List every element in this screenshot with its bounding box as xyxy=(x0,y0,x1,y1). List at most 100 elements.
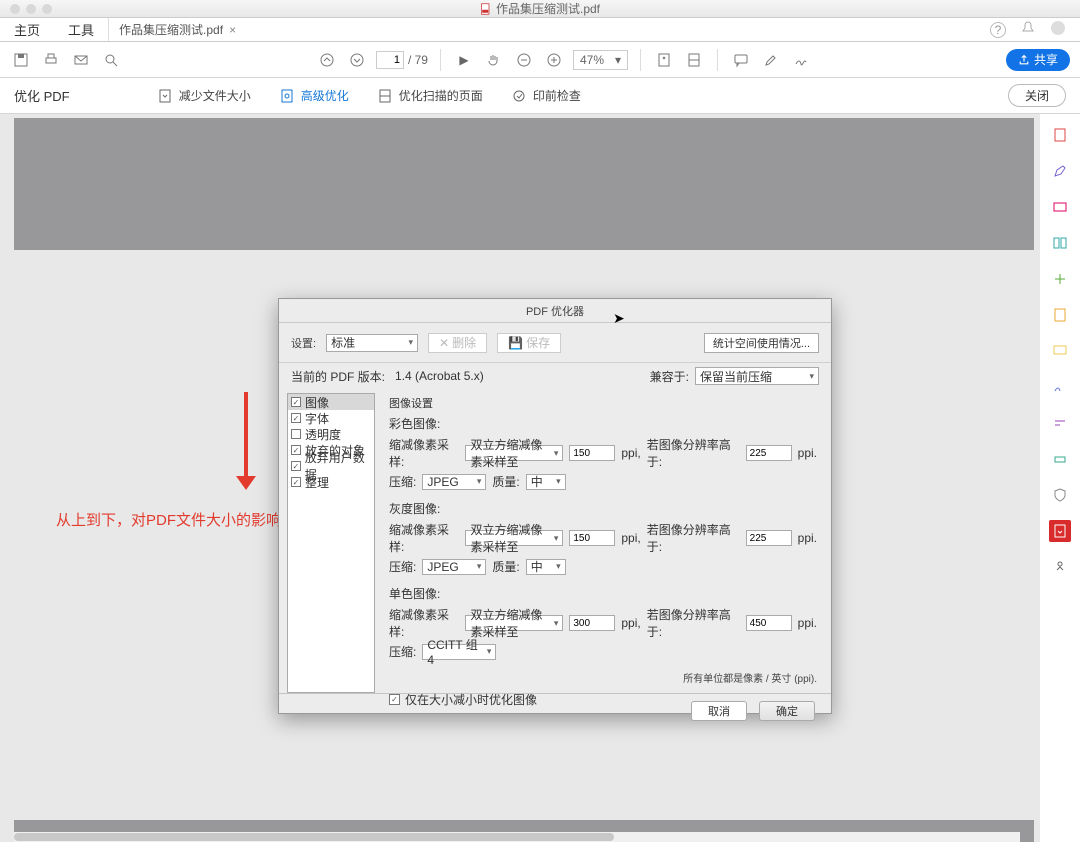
main-toolbar: / 79 ▶ 47%▾ 共享 xyxy=(0,42,1080,78)
ppi-unit5: ppi, xyxy=(621,616,640,630)
mail-icon[interactable] xyxy=(70,49,92,71)
rail-edit-pdf-icon[interactable] xyxy=(1049,160,1071,182)
rail-fill-sign-icon[interactable] xyxy=(1049,376,1071,398)
sidebar-item-fonts[interactable]: ✓字体 xyxy=(288,410,374,426)
color-compress-label: 压缩: xyxy=(389,473,416,490)
sidebar-item-transparency[interactable]: 透明度 xyxy=(288,426,374,442)
fit-width-icon[interactable] xyxy=(683,49,705,71)
delete-preset-button: ✕删除 xyxy=(428,333,487,353)
gray-compress-select[interactable]: JPEG▾ xyxy=(422,559,486,575)
avatar-icon[interactable] xyxy=(1050,20,1066,39)
only-reduce-checkbox[interactable]: ✓仅在大小减小时优化图像 xyxy=(389,691,817,708)
sign-icon[interactable] xyxy=(790,49,812,71)
units-note: 所有单位都是像素 / 英寸 (ppi). xyxy=(389,670,817,685)
compat-select[interactable]: 保留当前压缩▾ xyxy=(695,367,819,385)
close-tab-icon[interactable]: × xyxy=(229,23,236,37)
right-rail xyxy=(1040,114,1080,842)
settings-label: 设置: xyxy=(291,335,316,351)
sub-item-advanced[interactable]: 高级优化 xyxy=(279,87,349,104)
bell-icon[interactable] xyxy=(1020,20,1036,39)
sidebar-item-images[interactable]: ✓图像 xyxy=(288,394,374,410)
sub-item-scan[interactable]: 优化扫描的页面 xyxy=(377,87,483,104)
mono-compress-label: 压缩: xyxy=(389,643,416,660)
ppi-unit3: ppi, xyxy=(621,531,640,545)
print-icon[interactable] xyxy=(40,49,62,71)
zoom-out-icon[interactable] xyxy=(513,49,535,71)
fit-page-icon[interactable] xyxy=(653,49,675,71)
color-downsample-label: 缩减像素采样: xyxy=(389,436,459,470)
rail-comment-icon[interactable] xyxy=(1049,340,1071,362)
rail-export-icon[interactable] xyxy=(1049,196,1071,218)
compat-label: 兼容于: xyxy=(650,368,689,385)
zoom-in-icon[interactable] xyxy=(543,49,565,71)
annotation-arrowhead xyxy=(236,476,256,490)
gray-quality-label: 质量: xyxy=(492,558,519,575)
rail-redact-icon[interactable] xyxy=(1049,412,1071,434)
gray-compress-label: 压缩: xyxy=(389,558,416,575)
color-downsample-select[interactable]: 双立方缩减像素采样至▾ xyxy=(465,445,563,461)
gray-quality-select[interactable]: 中▾ xyxy=(526,559,566,575)
menu-home[interactable]: 主页 xyxy=(0,18,54,41)
sub-item-preflight[interactable]: 印前检查 xyxy=(511,87,581,104)
document-page-1 xyxy=(14,118,1034,250)
save-icon[interactable] xyxy=(10,49,32,71)
sidebar-item-discard-user[interactable]: ✓放弃用户数据 xyxy=(288,458,374,474)
mono-downsample-select[interactable]: 双立方缩减像素采样至▾ xyxy=(465,615,563,631)
mono-downsample-label: 缩减像素采样: xyxy=(389,606,459,640)
gray-above-label: 若图像分辨率高于: xyxy=(647,521,740,555)
help-icon[interactable]: ? xyxy=(990,22,1006,38)
page-up-icon[interactable] xyxy=(316,49,338,71)
pdf-version-label: 当前的 PDF 版本: xyxy=(291,368,385,385)
pdf-version-value: 1.4 (Acrobat 5.x) xyxy=(395,369,484,383)
rail-combine-icon[interactable] xyxy=(1049,268,1071,290)
color-above-label: 若图像分辨率高于: xyxy=(647,436,740,470)
gray-downsample-select[interactable]: 双立方缩减像素采样至▾ xyxy=(465,530,563,546)
share-button[interactable]: 共享 xyxy=(1006,49,1070,71)
rail-compress-icon[interactable] xyxy=(1049,304,1071,326)
annotation-arrow xyxy=(244,392,248,478)
menubar: 主页 工具 作品集压缩测试.pdf × ? xyxy=(0,18,1080,42)
mono-ppi-input[interactable] xyxy=(569,615,615,631)
highlight-icon[interactable] xyxy=(760,49,782,71)
menu-tools[interactable]: 工具 xyxy=(54,18,108,41)
page-down-icon[interactable] xyxy=(346,49,368,71)
rail-protect-icon[interactable] xyxy=(1049,484,1071,506)
ok-button[interactable]: 确定 xyxy=(759,701,815,721)
mono-above-input[interactable] xyxy=(746,615,792,631)
color-above-input[interactable] xyxy=(746,445,792,461)
ppi-unit4: ppi. xyxy=(798,531,817,545)
page-title: 优化 PDF xyxy=(0,86,70,105)
gray-downsample-label: 缩减像素采样: xyxy=(389,521,459,555)
rail-optimize-icon[interactable] xyxy=(1049,520,1071,542)
rail-organize-icon[interactable] xyxy=(1049,232,1071,254)
mono-compress-select[interactable]: CCITT 组 4▾ xyxy=(422,644,496,660)
rail-print-icon[interactable] xyxy=(1049,448,1071,470)
rail-create-pdf-icon[interactable] xyxy=(1049,124,1071,146)
color-quality-select[interactable]: 中▾ xyxy=(526,474,566,490)
color-ppi-input[interactable] xyxy=(569,445,615,461)
preset-select[interactable]: 标准▾ xyxy=(326,334,418,352)
dialog-title: PDF 优化器 xyxy=(279,299,831,323)
gray-above-input[interactable] xyxy=(746,530,792,546)
traffic-lights xyxy=(10,4,52,14)
close-subtool-button[interactable]: 关闭 xyxy=(1008,84,1066,107)
optimizer-category-list: ✓图像 ✓字体 透明度 ✓放弃的对象 ✓放弃用户数据 ✓整理 xyxy=(287,393,375,693)
comment-icon[interactable] xyxy=(730,49,752,71)
h-scrollbar[interactable] xyxy=(14,832,1020,842)
gray-ppi-input[interactable] xyxy=(569,530,615,546)
search-icon[interactable] xyxy=(100,49,122,71)
rail-more-icon[interactable] xyxy=(1049,556,1071,578)
window-title: 作品集压缩测试.pdf xyxy=(480,0,600,17)
pointer-icon[interactable]: ▶ xyxy=(453,49,475,71)
page-number-input[interactable] xyxy=(376,51,404,69)
cancel-button[interactable]: 取消 xyxy=(691,701,747,721)
color-compress-select[interactable]: JPEG▾ xyxy=(422,474,486,490)
image-settings-heading: 图像设置 xyxy=(389,395,817,411)
gray-images-label: 灰度图像: xyxy=(389,500,817,517)
zoom-select[interactable]: 47%▾ xyxy=(573,50,628,70)
document-tab[interactable]: 作品集压缩测试.pdf × xyxy=(108,18,246,41)
stats-button[interactable]: 统计空间使用情况... xyxy=(704,333,819,353)
sub-toolbar: 优化 PDF 减少文件大小 高级优化 优化扫描的页面 印前检查 关闭 xyxy=(0,78,1080,114)
hand-icon[interactable] xyxy=(483,49,505,71)
sub-item-reduce[interactable]: 减少文件大小 xyxy=(157,87,251,104)
